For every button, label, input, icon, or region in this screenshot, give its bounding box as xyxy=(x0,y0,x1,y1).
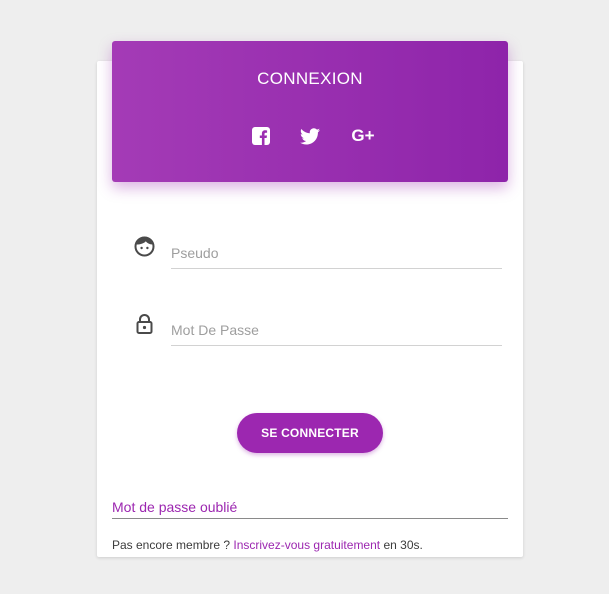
signup-prefix: Pas encore membre ? xyxy=(112,538,234,552)
password-input[interactable] xyxy=(171,315,502,346)
signup-link[interactable]: Inscrivez-vous gratuitement xyxy=(233,538,380,552)
pseudo-input[interactable] xyxy=(171,238,502,269)
login-button[interactable]: SE CONNECTER xyxy=(237,413,383,453)
google-plus-icon[interactable]: G+ xyxy=(348,126,378,146)
twitter-icon[interactable] xyxy=(300,126,320,146)
signup-text: Pas encore membre ? Inscrivez-vous gratu… xyxy=(112,538,423,552)
facebook-icon[interactable] xyxy=(251,126,271,146)
signup-suffix: en 30s. xyxy=(380,538,423,552)
user-face-icon xyxy=(134,236,155,257)
forgot-password-link[interactable]: Mot de passe oublié xyxy=(112,499,508,519)
header-title: CONNEXION xyxy=(257,69,363,88)
login-header: CONNEXION G+ xyxy=(112,41,508,182)
lock-icon xyxy=(134,313,155,334)
